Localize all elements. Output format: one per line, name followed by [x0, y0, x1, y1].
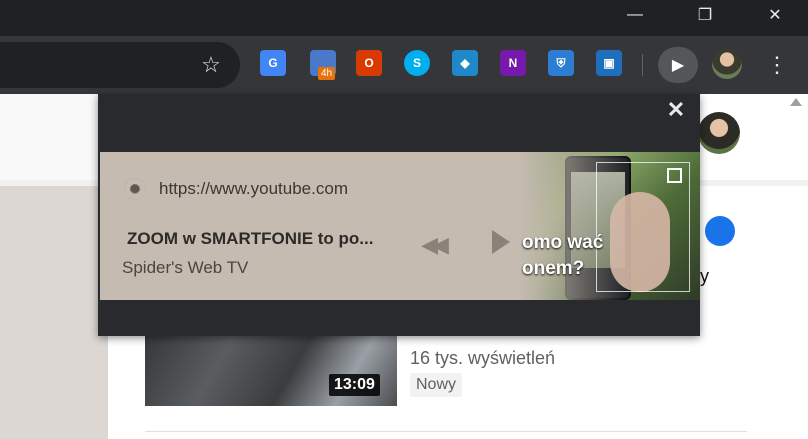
browser-menu-icon[interactable]: ⋮ — [766, 50, 788, 80]
picture-in-picture-icon[interactable] — [667, 168, 682, 183]
partial-text: y — [700, 266, 709, 286]
defender-icon[interactable]: ⛨ — [548, 50, 574, 76]
shopping-bag-icon[interactable]: ◆ — [452, 50, 478, 76]
onenote-icon[interactable]: N — [500, 50, 526, 76]
maximize-button[interactable]: ❐ — [682, 0, 728, 30]
scrollbar-up-arrow-icon[interactable] — [790, 98, 802, 106]
list-divider — [145, 431, 747, 432]
channel-avatar[interactable] — [698, 112, 740, 154]
close-icon[interactable]: ✕ — [664, 98, 688, 122]
window-title-bar: — ❐ ✕ — [0, 0, 808, 36]
previous-track-icon[interactable]: ◀◀ — [415, 232, 449, 258]
address-bar[interactable]: ☆ — [0, 42, 240, 88]
subscribe-indicator[interactable] — [705, 216, 735, 246]
profile-avatar[interactable] — [712, 49, 742, 79]
artwork-caption: omo wać onem? — [522, 232, 604, 279]
minimize-button[interactable]: — — [612, 0, 658, 30]
media-artist: Spider's Web TV — [122, 258, 249, 277]
global-media-controls-button[interactable]: ▶ — [658, 47, 698, 83]
chrome-icon-center — [131, 185, 139, 193]
skype-icon[interactable]: S — [404, 50, 430, 76]
video-views: 16 tys. wyświetleń — [410, 348, 556, 368]
browser-toolbar: ☆ G 4h O S ◆ N ⛨ ▣ ▶ ⋮ — [0, 36, 808, 94]
close-window-button[interactable]: ✕ — [752, 0, 798, 30]
play-icon[interactable] — [492, 230, 510, 254]
bookmark-star-icon[interactable]: ☆ — [198, 52, 224, 78]
google-translate-icon[interactable]: G — [260, 50, 286, 76]
toolbar-separator — [642, 54, 643, 76]
office-icon[interactable]: O — [356, 50, 382, 76]
new-badge: Nowy — [410, 373, 463, 397]
calendar-badge: 4h — [318, 67, 336, 80]
video-duration-badge: 13:09 — [329, 374, 380, 396]
page-video-area — [0, 186, 108, 439]
media-notification-card[interactable]: omo wać onem? https://www.youtube.com ZO… — [100, 152, 700, 300]
media-origin-url: https://www.youtube.com — [159, 179, 348, 198]
reader-icon[interactable]: ▣ — [596, 50, 622, 76]
media-title: ZOOM w SMARTFONIE to po... — [127, 229, 374, 248]
